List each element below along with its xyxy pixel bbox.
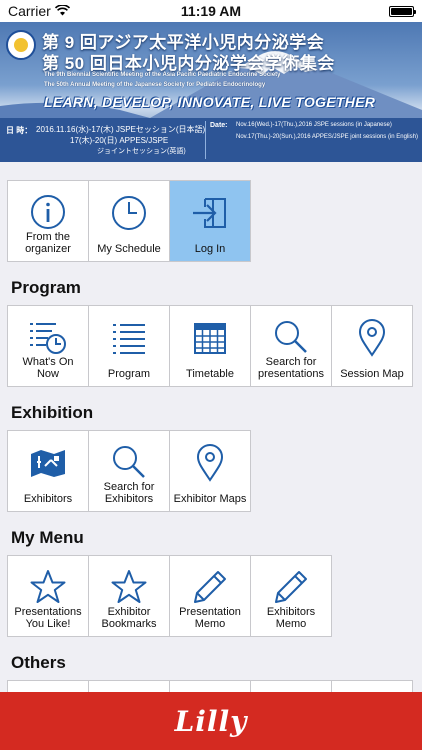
others-tile[interactable] [331, 680, 413, 692]
date-en-line2: Nov.17(Thu.)-20(Sun.),2016 APPES/JSPE jo… [236, 134, 418, 140]
top-tiles: From the organizer My Schedule Log In [7, 180, 251, 262]
status-bar: Carrier 11:19 AM [0, 0, 422, 22]
search-exhibitors-button[interactable]: Search for Exhibitors [88, 430, 170, 512]
date-line2: 17(木)-20(日) APPES/JSPE [70, 136, 169, 145]
tile-label: Exhibitors Memo [266, 606, 316, 630]
pencil-icon [271, 568, 311, 606]
presentations-you-like-button[interactable]: Presentations You Like! [7, 555, 89, 637]
tile-label: Exhibitor Maps [173, 493, 247, 505]
presentation-memo-button[interactable]: Presentation Memo [169, 555, 251, 637]
log-in-button[interactable]: Log In [169, 180, 251, 262]
my-menu-tiles: Presentations You Like! Exhibitor Bookma… [7, 555, 332, 637]
calendar-grid-icon [190, 318, 230, 358]
exhibitor-bookmarks-button[interactable]: Exhibitor Bookmarks [88, 555, 170, 637]
tile-label: Search for presentations [257, 356, 325, 380]
list-clock-icon [28, 318, 68, 356]
tile-label: My Schedule [97, 243, 161, 255]
search-icon [109, 443, 149, 481]
lilly-logo: Lilly [174, 704, 248, 738]
tile-label: Timetable [186, 368, 234, 380]
banner-slogan: LEARN, DEVELOP, INNOVATE, LIVE TOGETHER [44, 94, 376, 110]
tile-label: From the organizer [25, 231, 71, 255]
tile-label: Log In [194, 243, 226, 255]
date-divider [205, 121, 206, 159]
others-tiles [7, 680, 413, 692]
main-content: From the organizer My Schedule Log In Pr… [0, 162, 422, 692]
list-icon [109, 318, 149, 358]
tile-label: Search for Exhibitors [103, 481, 155, 505]
status-left: Carrier [8, 3, 70, 19]
program-button[interactable]: Program [88, 305, 170, 387]
whats-on-now-button[interactable]: What's On Now [7, 305, 89, 387]
section-title-my-menu: My Menu [11, 528, 84, 547]
star-icon [28, 568, 68, 606]
tile-label: Program [107, 368, 151, 380]
others-tile[interactable] [169, 680, 251, 692]
map-pin-icon [190, 443, 230, 483]
star-icon [109, 568, 149, 606]
battery-icon [389, 5, 416, 17]
map-pin-icon [352, 318, 392, 358]
date-line3: ジョイントセッション(英語) [97, 148, 186, 155]
exhibition-tiles: Exhibitors Search for Exhibitors Exhibit… [7, 430, 251, 512]
section-title-exhibition: Exhibition [11, 403, 94, 422]
section-title-program: Program [11, 278, 81, 297]
date-en-line1: Nov.16(Wed.)-17(Thu.),2016 JSPE sessions… [236, 122, 392, 128]
exhibitors-button[interactable]: Exhibitors [7, 430, 89, 512]
exhibitor-map-icon [28, 443, 68, 483]
society-logo [6, 30, 36, 60]
tile-label: Exhibitors [23, 493, 73, 505]
clock-icon [109, 193, 149, 233]
banner-date-info: 日 時： 2016.11.16(水)-17(木) JSPEセッション(日本語) … [0, 118, 422, 162]
wifi-icon [54, 3, 70, 19]
from-organizer-button[interactable]: From the organizer [7, 180, 89, 262]
sponsor-footer[interactable]: Lilly [0, 692, 422, 750]
tile-label: Presentation Memo [179, 606, 241, 630]
exhibitor-maps-button[interactable]: Exhibitor Maps [169, 430, 251, 512]
program-tiles: What's On Now Program Timetable Search f… [7, 305, 413, 387]
timetable-button[interactable]: Timetable [169, 305, 251, 387]
section-title-others: Others [11, 653, 66, 672]
date-line1: 2016.11.16(水)-17(木) JSPEセッション(日本語) [36, 125, 206, 134]
search-presentations-button[interactable]: Search for presentations [250, 305, 332, 387]
banner-subtitle-line1: The 9th Biennial Scientific Meeting of t… [44, 72, 281, 78]
exhibitors-memo-button[interactable]: Exhibitors Memo [250, 555, 332, 637]
my-schedule-button[interactable]: My Schedule [88, 180, 170, 262]
search-icon [271, 318, 311, 356]
date-label: 日 時： [6, 126, 33, 135]
conference-banner: 第 9 回アジア太平洋小児内分泌学会 第 50 回日本小児内分泌学会学術集会 T… [0, 22, 422, 162]
carrier-label: Carrier [8, 3, 51, 19]
date-en-label: Date: [210, 122, 228, 129]
tile-label: Presentations You Like! [14, 606, 82, 630]
tile-label: What's On Now [22, 356, 74, 380]
session-map-button[interactable]: Session Map [331, 305, 413, 387]
tile-label: Session Map [340, 368, 404, 380]
others-tile[interactable] [7, 680, 89, 692]
banner-title-line2: 第 50 回日本小児内分泌学会学術集会 [42, 54, 335, 73]
others-tile[interactable] [250, 680, 332, 692]
battery-fill [391, 7, 412, 15]
others-tile[interactable] [88, 680, 170, 692]
login-icon [190, 193, 230, 233]
info-icon [28, 193, 68, 231]
tile-label: Exhibitor Bookmarks [101, 606, 157, 630]
pencil-icon [190, 568, 230, 606]
banner-subtitle-line2: The 50th Annual Meeting of the Japanese … [44, 82, 266, 88]
